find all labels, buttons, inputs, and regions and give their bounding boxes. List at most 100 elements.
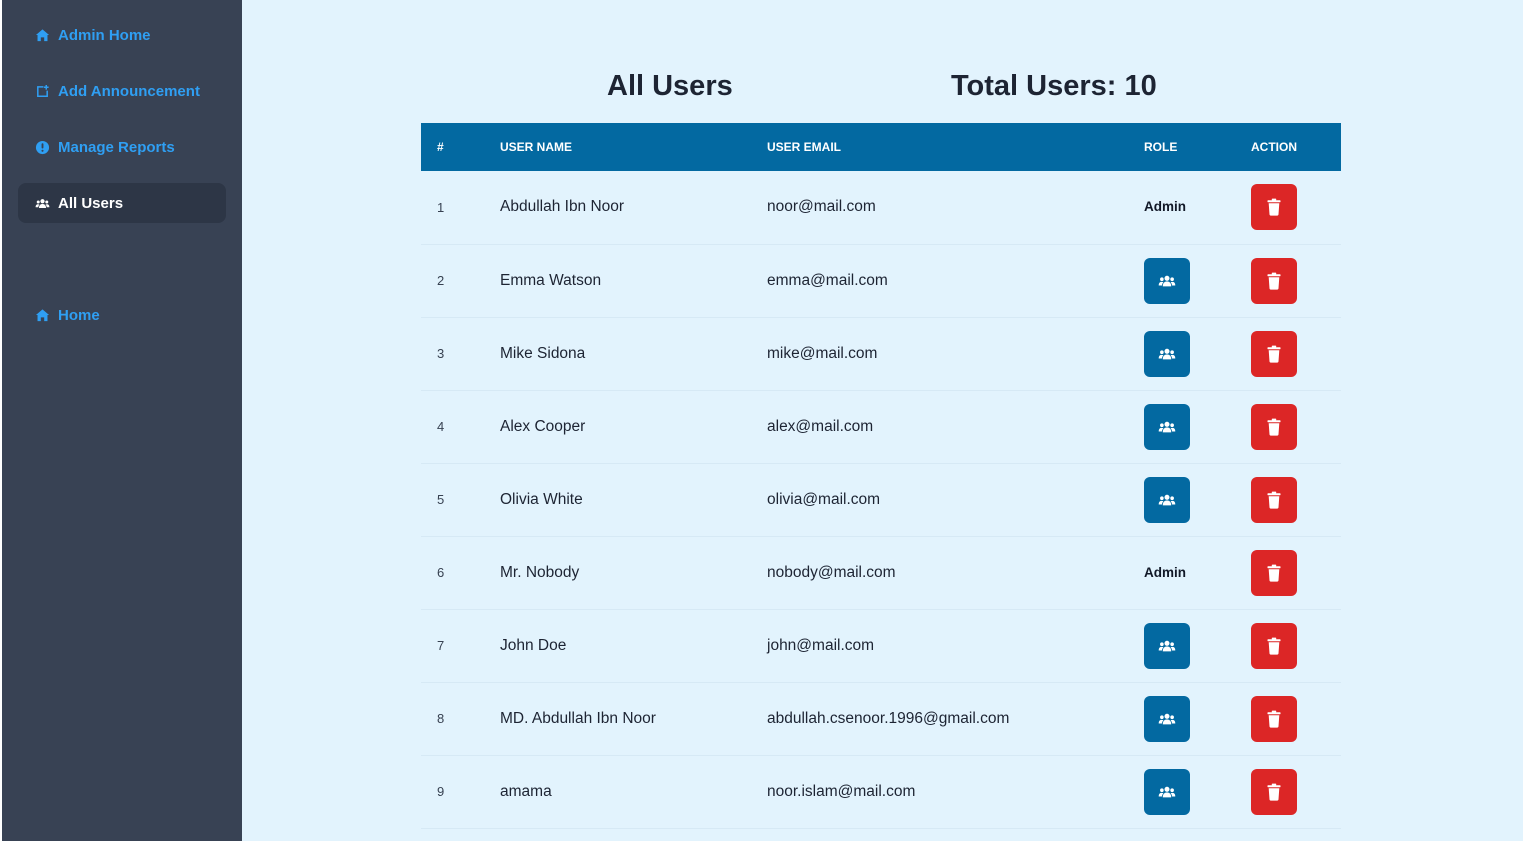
page-title: All Users: [607, 70, 733, 102]
row-number: 1: [437, 199, 445, 215]
user-name: Mr. Nobody: [500, 563, 580, 581]
trash-icon: [1267, 783, 1281, 801]
column-header-action: ACTION: [1251, 140, 1297, 154]
table-row: 5 Olivia White olivia@mail.com: [421, 463, 1341, 536]
action-cell: [1251, 317, 1341, 390]
sidebar-item-label: Home: [58, 306, 100, 324]
users-icon: [1158, 640, 1176, 651]
trash-icon: [1267, 637, 1281, 655]
delete-user-button[interactable]: [1251, 622, 1297, 669]
delete-user-button[interactable]: [1251, 768, 1297, 815]
add-announcement-icon: [34, 83, 50, 99]
action-cell: [1251, 171, 1341, 244]
user-email: john@mail.com: [767, 636, 875, 654]
table-row: 1 Abdullah Ibn Noor noor@mail.com Admin: [421, 171, 1341, 244]
table-body: 1 Abdullah Ibn Noor noor@mail.com Admin …: [421, 171, 1341, 828]
action-cell: [1251, 609, 1341, 682]
delete-user-button[interactable]: [1251, 257, 1297, 304]
role-cell: [1144, 317, 1251, 390]
table-row: 8 MD. Abdullah Ibn Noor abdullah.csenoor…: [421, 682, 1341, 755]
make-admin-button[interactable]: [1144, 330, 1190, 377]
sidebar-item-all-users[interactable]: All Users: [18, 183, 226, 223]
table-row: 4 Alex Cooper alex@mail.com: [421, 390, 1341, 463]
page: Admin Home Add Announcement Manage Repor…: [0, 0, 1523, 841]
delete-user-button[interactable]: [1251, 403, 1297, 450]
trash-icon: [1267, 418, 1281, 436]
sidebar-item-manage-reports[interactable]: Manage Reports: [18, 127, 226, 167]
delete-user-button[interactable]: [1251, 476, 1297, 523]
main-content: All Users Total Users: 10 # USER NAME US…: [242, 0, 1523, 841]
role-cell: Admin: [1144, 536, 1251, 609]
users-icon: [1158, 348, 1176, 359]
table-row: 3 Mike Sidona mike@mail.com: [421, 317, 1341, 390]
sidebar-item-label: Admin Home: [58, 26, 151, 44]
role-cell: [1144, 609, 1251, 682]
user-email: abdullah.csenoor.1996@gmail.com: [767, 709, 1010, 727]
action-cell: [1251, 390, 1341, 463]
trash-icon: [1267, 710, 1281, 728]
action-cell: [1251, 244, 1341, 317]
users-icon: [1158, 713, 1176, 724]
total-users-count: Total Users: 10: [951, 70, 1157, 102]
row-number: 3: [437, 346, 445, 361]
exclamation-icon: [34, 139, 50, 155]
user-email: mike@mail.com: [767, 344, 878, 362]
user-name: John Doe: [500, 636, 567, 654]
column-header-user-name: USER NAME: [500, 140, 573, 154]
make-admin-button[interactable]: [1144, 257, 1190, 304]
make-admin-button[interactable]: [1144, 622, 1190, 669]
table-row: 2 Emma Watson emma@mail.com: [421, 244, 1341, 317]
make-admin-button[interactable]: [1144, 403, 1190, 450]
users-icon: [1158, 494, 1176, 505]
delete-user-button[interactable]: [1251, 549, 1297, 596]
row-number: 4: [437, 419, 445, 434]
action-cell: [1251, 536, 1341, 609]
trash-icon: [1267, 272, 1281, 290]
delete-user-button[interactable]: [1251, 330, 1297, 377]
user-name: amama: [500, 782, 552, 800]
user-name: Alex Cooper: [500, 417, 586, 435]
sidebar: Admin Home Add Announcement Manage Repor…: [2, 0, 242, 841]
user-email: noor.islam@mail.com: [767, 782, 916, 800]
action-cell: [1251, 682, 1341, 755]
action-cell: [1251, 755, 1341, 828]
delete-user-button[interactable]: [1251, 695, 1297, 742]
trash-icon: [1267, 491, 1281, 509]
trash-icon: [1267, 345, 1281, 363]
make-admin-button[interactable]: [1144, 476, 1190, 523]
users-icon: [34, 195, 50, 211]
column-header-number: #: [437, 140, 444, 154]
delete-user-button[interactable]: [1251, 184, 1297, 231]
user-email: emma@mail.com: [767, 271, 888, 289]
column-header-user-email: USER EMAIL: [767, 140, 842, 154]
users-icon: [1158, 275, 1176, 286]
role-label: Admin: [1144, 199, 1186, 215]
user-name: Mike Sidona: [500, 344, 586, 362]
role-cell: [1144, 755, 1251, 828]
sidebar-item-label: Manage Reports: [58, 138, 175, 156]
users-icon: [1158, 421, 1176, 432]
home-icon: [34, 27, 50, 43]
row-number: 6: [437, 565, 445, 580]
user-name: Olivia White: [500, 490, 583, 508]
action-cell: [1251, 463, 1341, 536]
role-cell: Admin: [1144, 171, 1251, 244]
sidebar-item-home[interactable]: Home: [18, 295, 226, 335]
role-cell: [1144, 682, 1251, 755]
user-name: MD. Abdullah Ibn Noor: [500, 709, 656, 727]
sidebar-item-add-announcement[interactable]: Add Announcement: [18, 71, 226, 111]
home-icon: [34, 307, 50, 323]
user-email: nobody@mail.com: [767, 563, 896, 581]
column-header-role: ROLE: [1144, 140, 1178, 154]
make-admin-button[interactable]: [1144, 695, 1190, 742]
user-email: olivia@mail.com: [767, 490, 881, 508]
sidebar-item-admin-home[interactable]: Admin Home: [18, 15, 226, 55]
role-cell: [1144, 244, 1251, 317]
make-admin-button[interactable]: [1144, 768, 1190, 815]
row-number: 5: [437, 492, 445, 507]
table-row: 9 amama noor.islam@mail.com: [421, 755, 1341, 828]
user-name: Abdullah Ibn Noor: [500, 198, 625, 216]
row-number: 2: [437, 273, 445, 288]
table-row: 7 John Doe john@mail.com: [421, 609, 1341, 682]
